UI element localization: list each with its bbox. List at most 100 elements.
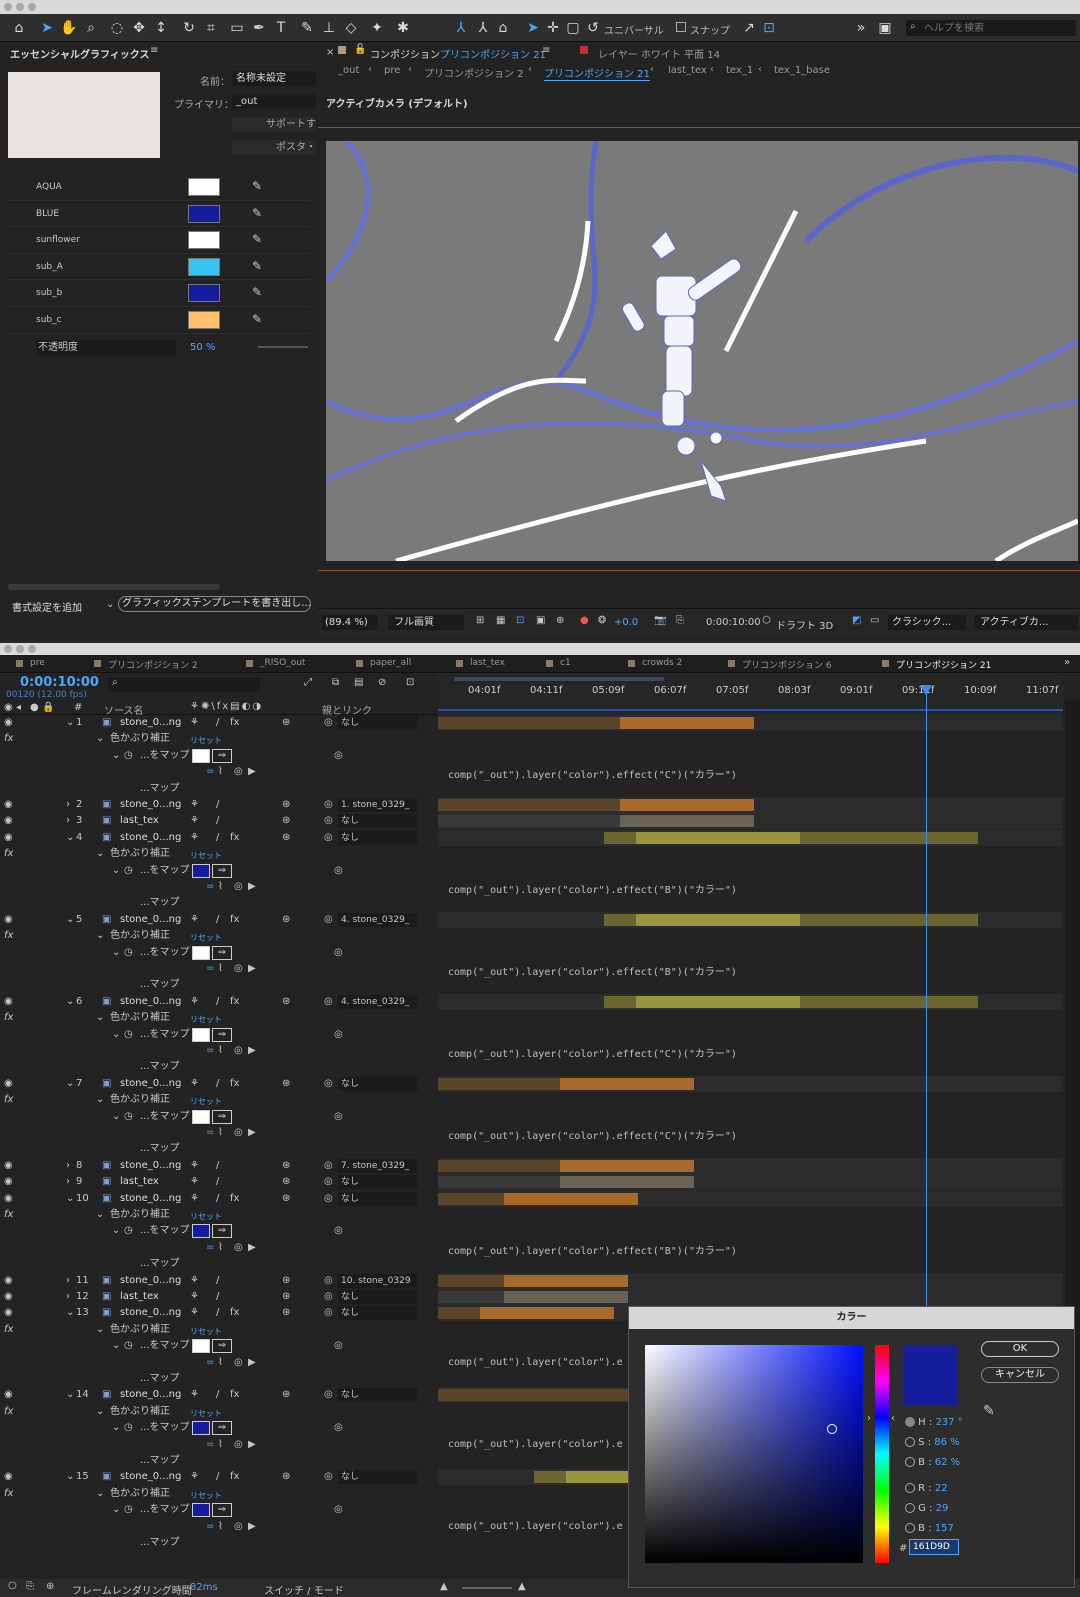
pickwhip-icon[interactable]: ◎ xyxy=(334,1502,343,1518)
timeline-tab[interactable]: paper_all xyxy=(370,658,411,668)
language-menu-icon[interactable]: ▶ xyxy=(248,879,256,895)
parent-dropdown[interactable]: なし xyxy=(338,1388,418,1403)
chevron-down-icon[interactable]: ⌄ xyxy=(66,1387,74,1403)
quality-switch-icon[interactable]: / xyxy=(216,830,219,846)
chevron-down-icon[interactable]: ⌄ xyxy=(112,1223,120,1239)
parent-dropdown[interactable]: 10. stone_0329 xyxy=(338,1273,418,1288)
shy-switch-icon[interactable]: ⚘ xyxy=(190,1174,199,1190)
3d-layer-icon[interactable]: ⊛ xyxy=(282,1076,290,1092)
chevron-down-icon[interactable]: ⌄ xyxy=(112,1502,120,1518)
pickwhip-icon[interactable]: ◎ xyxy=(324,830,333,846)
tab-menu-icon[interactable]: ≡ xyxy=(542,45,550,56)
layer-name[interactable]: last_tex xyxy=(120,1289,159,1305)
saturation-brightness-field[interactable] xyxy=(645,1345,863,1563)
snap-checkbox[interactable] xyxy=(676,22,686,32)
quality-switch-icon[interactable]: / xyxy=(216,1273,219,1289)
timeline-tab[interactable]: crowds 2 xyxy=(642,658,682,668)
chevron-down-icon[interactable]: ⌄ xyxy=(96,731,104,747)
grid-guides-icon[interactable]: ⊕ xyxy=(556,615,564,626)
chevron-right-icon[interactable]: › xyxy=(66,1158,70,1174)
3d-layer-icon[interactable]: ⊛ xyxy=(282,797,290,813)
layer-duration-bar[interactable] xyxy=(438,1077,560,1090)
pickwhip-icon[interactable]: ◎ xyxy=(324,715,333,731)
layer-name[interactable]: stone_0...ng xyxy=(120,1191,181,1207)
color-swatch[interactable] xyxy=(192,1027,210,1042)
layer-duration-bar[interactable] xyxy=(438,717,620,729)
effect-name[interactable]: 色かぶり補正 xyxy=(110,1322,170,1338)
clone-stamp-icon[interactable]: ⊥ xyxy=(320,19,338,37)
expression-enable-icon[interactable]: = xyxy=(206,1355,214,1371)
hue-slider[interactable] xyxy=(875,1345,889,1563)
chevron-down-icon[interactable]: ⌄ xyxy=(96,1404,104,1420)
eyedropper-icon[interactable]: ⇒ xyxy=(212,748,232,763)
pickwhip-icon[interactable]: ◎ xyxy=(324,1158,333,1174)
parent-dropdown[interactable]: 7. stone_0329_ xyxy=(338,1158,418,1173)
zoom-window-button[interactable] xyxy=(28,3,36,11)
select-3d-icon[interactable]: ➤ xyxy=(524,19,542,37)
hand-tool-icon[interactable]: ✋ xyxy=(60,19,78,37)
expression-text[interactable]: comp("_out").layer("color").effect("C")(… xyxy=(448,1127,737,1142)
close-tab-icon[interactable]: × xyxy=(326,47,334,58)
parent-dropdown[interactable]: なし xyxy=(338,830,418,845)
shy-layers-icon[interactable]: ▤ xyxy=(354,677,363,688)
language-menu-icon[interactable]: ▶ xyxy=(248,1043,256,1059)
layer-name[interactable]: stone_0...ng xyxy=(120,830,181,846)
blue-value[interactable]: 157 xyxy=(935,1523,954,1534)
draft-3d-label[interactable]: ドラフト 3D xyxy=(776,617,833,632)
chevron-down-icon[interactable]: ⌄ xyxy=(112,945,120,961)
pickwhip-icon[interactable]: ◎ xyxy=(334,1420,343,1436)
color-swatch[interactable] xyxy=(192,748,210,763)
time-ruler[interactable]: 04:01f 04:11f 05:09f 06:07f 07:05f 08:03f 09:0… xyxy=(438,673,1063,715)
eye-icon[interactable]: ◉ xyxy=(4,912,13,928)
eyedropper-icon[interactable]: ⇒ xyxy=(212,1224,232,1239)
3d-layer-icon[interactable]: ⊛ xyxy=(282,1289,290,1305)
layer-duration-bar[interactable] xyxy=(480,1307,614,1320)
expression-enable-icon[interactable]: = xyxy=(206,1519,214,1535)
timeline-tab[interactable]: プリコンポジション 2 xyxy=(108,658,198,671)
layer-duration-bar[interactable] xyxy=(438,1389,628,1402)
graph-icon[interactable]: ⌇ xyxy=(218,1437,223,1453)
help-search[interactable]: ⌕ xyxy=(906,20,1076,36)
shy-switch-icon[interactable]: ⚘ xyxy=(190,813,199,829)
graph-icon[interactable]: ⌇ xyxy=(218,1355,223,1371)
layer-duration-bar[interactable] xyxy=(504,1192,638,1205)
pickwhip-icon[interactable]: ◎ xyxy=(324,1387,333,1403)
cancel-button[interactable]: キャンセル xyxy=(981,1367,1059,1383)
eyedropper-icon[interactable]: ⇒ xyxy=(212,1503,232,1518)
export-template-button[interactable]: グラフィックステンプレートを書き出し... xyxy=(118,596,311,612)
chevron-right-icon[interactable]: › xyxy=(66,1289,70,1305)
stopwatch-icon[interactable]: ◷ xyxy=(124,863,133,879)
quality-switch-icon[interactable]: / xyxy=(216,1305,219,1321)
local-axis-icon[interactable]: ⅄ xyxy=(452,19,470,37)
stopwatch-icon[interactable]: ◷ xyxy=(124,945,133,961)
language-menu-icon[interactable]: ▶ xyxy=(248,1355,256,1371)
pickwhip-icon[interactable]: ◎ xyxy=(234,1240,243,1256)
shy-switch-icon[interactable]: ⚘ xyxy=(190,994,199,1010)
collapse-icon[interactable]: ⊕ xyxy=(46,1581,54,1592)
brightness-radio[interactable] xyxy=(905,1457,915,1467)
expression-enable-icon[interactable]: = xyxy=(206,764,214,780)
pickwhip-icon[interactable]: ◎ xyxy=(334,1223,343,1239)
hue-row[interactable]: H : 237 ° xyxy=(905,1413,963,1433)
layer-duration-bar[interactable] xyxy=(636,995,800,1008)
expression-text[interactable]: comp("_out").layer("color").effect("B")(… xyxy=(448,881,737,896)
color-swatch[interactable] xyxy=(192,1503,210,1518)
layer-duration-bar[interactable] xyxy=(566,1471,628,1484)
color-swatch[interactable] xyxy=(192,863,210,878)
parent-dropdown[interactable]: なし xyxy=(338,1306,418,1321)
quality-switch-icon[interactable]: / xyxy=(216,994,219,1010)
expression-enable-icon[interactable]: = xyxy=(206,1240,214,1256)
layer-duration-bar[interactable] xyxy=(800,913,978,926)
parent-dropdown[interactable]: なし xyxy=(338,814,418,829)
layer-name[interactable]: stone_0...ng xyxy=(120,1158,181,1174)
eyedropper-icon[interactable]: ⇒ xyxy=(212,1339,232,1354)
hue-marker-icon[interactable]: › xyxy=(867,1413,871,1424)
3d-layer-icon[interactable]: ⊛ xyxy=(282,715,290,731)
3d-layer-icon[interactable]: ⊛ xyxy=(282,912,290,928)
move-3d-icon[interactable]: ✛ xyxy=(544,19,562,37)
fx-switch-icon[interactable]: fx xyxy=(230,830,239,846)
language-menu-icon[interactable]: ▶ xyxy=(248,1519,256,1535)
fx-switch-icon[interactable]: fx xyxy=(230,1469,239,1485)
pickwhip-icon[interactable]: ◎ xyxy=(334,1109,343,1125)
current-timecode[interactable]: 0:00:10:00 xyxy=(20,675,99,690)
